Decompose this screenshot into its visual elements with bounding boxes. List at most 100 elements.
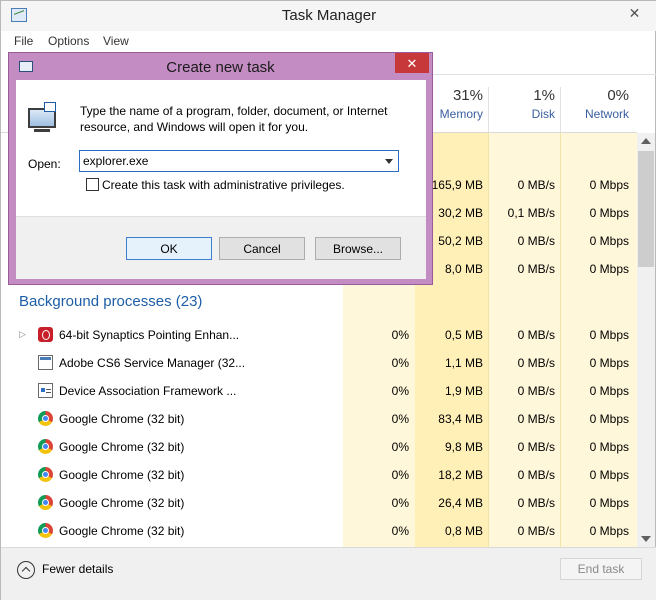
admin-privileges-checkbox[interactable] bbox=[86, 178, 99, 191]
disk-cell: 0,1 MB/s bbox=[507, 206, 555, 220]
cpu-cell: 0% bbox=[391, 440, 409, 454]
open-combobox[interactable] bbox=[79, 150, 399, 172]
network-cell: 0 Mbps bbox=[589, 206, 629, 220]
memory-cell: 83,4 MB bbox=[438, 412, 483, 426]
process-name: Google Chrome (32 bit) bbox=[59, 440, 185, 454]
network-cell: 0 Mbps bbox=[589, 328, 629, 342]
menu-options[interactable]: Options bbox=[48, 34, 89, 48]
process-name: 64-bit Synaptics Pointing Enhan... bbox=[59, 328, 240, 342]
table-row[interactable]: Device Association Framework ... 0% 1,9 … bbox=[1, 377, 637, 405]
network-cell: 0 Mbps bbox=[589, 384, 629, 398]
dialog-body: Type the name of a program, folder, docu… bbox=[16, 80, 426, 216]
end-task-button[interactable]: End task bbox=[560, 558, 642, 580]
network-cell: 0 Mbps bbox=[589, 524, 629, 538]
disk-cell: 0 MB/s bbox=[517, 356, 555, 370]
chrome-icon bbox=[38, 495, 53, 510]
network-cell: 0 Mbps bbox=[589, 496, 629, 510]
network-cell: 0 Mbps bbox=[589, 356, 629, 370]
cpu-cell: 0% bbox=[391, 524, 409, 538]
background-processes-title: Background processes (23) bbox=[19, 293, 203, 310]
disk-label: Disk bbox=[531, 107, 555, 121]
column-header-network[interactable]: 0% Network bbox=[561, 87, 629, 121]
memory-cell: 18,2 MB bbox=[438, 468, 483, 482]
process-name: Adobe CS6 Service Manager (32... bbox=[59, 356, 246, 370]
table-row[interactable]: Google Chrome (32 bit) 0% 9,8 MB 0 MB/s … bbox=[1, 433, 637, 461]
memory-cell: 9,8 MB bbox=[444, 440, 483, 454]
cpu-cell: 0% bbox=[391, 356, 409, 370]
disk-cell: 0 MB/s bbox=[517, 328, 555, 342]
table-row[interactable]: Google Chrome (32 bit) 0% 0,8 MB 0 MB/s … bbox=[1, 517, 637, 545]
process-name: Google Chrome (32 bit) bbox=[59, 468, 185, 482]
disk-cell: 0 MB/s bbox=[517, 496, 555, 510]
open-label: Open: bbox=[28, 157, 61, 171]
memory-cell: 0,5 MB bbox=[444, 328, 483, 342]
disk-percent: 1% bbox=[533, 87, 555, 104]
footer-bar: Fewer details End task bbox=[1, 547, 656, 600]
process-name: Google Chrome (32 bit) bbox=[59, 496, 185, 510]
network-cell: 0 Mbps bbox=[589, 178, 629, 192]
title-bar[interactable]: Task Manager ✕ bbox=[1, 1, 656, 31]
cpu-cell: 0% bbox=[391, 496, 409, 510]
section-header-background[interactable]: Background processes (23) bbox=[1, 293, 637, 321]
tab-strip bbox=[431, 51, 656, 75]
table-row[interactable]: Adobe CS6 Service Manager (32... 0% 1,1 … bbox=[1, 349, 637, 377]
menu-view[interactable]: View bbox=[103, 34, 129, 48]
scroll-thumb[interactable] bbox=[638, 151, 654, 267]
network-percent: 0% bbox=[607, 87, 629, 104]
expand-chevron-icon[interactable]: ▷ bbox=[19, 329, 26, 340]
browse-button[interactable]: Browse... bbox=[315, 237, 401, 260]
chevron-down-icon[interactable] bbox=[385, 159, 393, 164]
column-header-disk[interactable]: 1% Disk bbox=[489, 87, 555, 121]
network-cell: 0 Mbps bbox=[589, 412, 629, 426]
scroll-down-arrow-icon[interactable] bbox=[641, 536, 651, 542]
cpu-cell: 0% bbox=[391, 412, 409, 426]
dialog-close-button[interactable]: ✕ bbox=[395, 53, 429, 73]
network-cell: 0 Mbps bbox=[589, 262, 629, 276]
network-cell: 0 Mbps bbox=[589, 234, 629, 248]
disk-cell: 0 MB/s bbox=[517, 468, 555, 482]
open-input[interactable] bbox=[83, 153, 378, 169]
cancel-button[interactable]: Cancel bbox=[219, 237, 305, 260]
table-row[interactable]: Google Chrome (32 bit) 0% 83,4 MB 0 MB/s… bbox=[1, 405, 637, 433]
process-name: Google Chrome (32 bit) bbox=[59, 524, 185, 538]
chrome-icon bbox=[38, 439, 53, 454]
disk-cell: 0 MB/s bbox=[517, 234, 555, 248]
window-title: Task Manager bbox=[281, 7, 377, 24]
table-row[interactable]: ▷ 64-bit Synaptics Pointing Enhan... 0% … bbox=[1, 321, 637, 349]
menu-bar: File Options View bbox=[1, 31, 656, 51]
scroll-up-arrow-icon[interactable] bbox=[641, 138, 651, 144]
disk-cell: 0 MB/s bbox=[517, 262, 555, 276]
dialog-button-bar: OK Cancel Browse... bbox=[16, 216, 426, 279]
menu-file[interactable]: File bbox=[14, 34, 33, 48]
synaptics-icon bbox=[38, 327, 53, 342]
network-label: Network bbox=[584, 107, 629, 121]
chevron-up-circle-icon[interactable] bbox=[17, 561, 35, 579]
table-row[interactable]: Google Chrome (32 bit) 0% 18,2 MB 0 MB/s… bbox=[1, 461, 637, 489]
memory-cell: 0,8 MB bbox=[444, 524, 483, 538]
fewer-details-link[interactable]: Fewer details bbox=[42, 562, 113, 576]
window-close-icon[interactable]: ✕ bbox=[612, 1, 656, 27]
disk-cell: 0 MB/s bbox=[517, 384, 555, 398]
cpu-cell: 0% bbox=[391, 328, 409, 342]
admin-privileges-label[interactable]: Create this task with administrative pri… bbox=[102, 178, 345, 192]
memory-cell: 1,1 MB bbox=[444, 356, 483, 370]
dialog-title[interactable]: Create new task bbox=[9, 59, 432, 76]
memory-cell: 26,4 MB bbox=[438, 496, 483, 510]
table-row[interactable]: Google Chrome (32 bit) 0% 26,4 MB 0 MB/s… bbox=[1, 489, 637, 517]
disk-cell: 0 MB/s bbox=[517, 412, 555, 426]
ok-button[interactable]: OK bbox=[126, 237, 212, 260]
cpu-cell: 0% bbox=[391, 384, 409, 398]
network-cell: 0 Mbps bbox=[589, 440, 629, 454]
chrome-icon bbox=[38, 523, 53, 538]
chrome-icon bbox=[38, 467, 53, 482]
memory-cell: 1,9 MB bbox=[444, 384, 483, 398]
disk-cell: 0 MB/s bbox=[517, 524, 555, 538]
process-name: Device Association Framework ... bbox=[59, 384, 237, 398]
chrome-icon bbox=[38, 411, 53, 426]
vertical-scrollbar[interactable] bbox=[637, 133, 655, 547]
generic-app-icon bbox=[38, 355, 53, 370]
cpu-cell: 0% bbox=[391, 468, 409, 482]
network-cell: 0 Mbps bbox=[589, 468, 629, 482]
disk-cell: 0 MB/s bbox=[517, 440, 555, 454]
disk-cell: 0 MB/s bbox=[517, 178, 555, 192]
